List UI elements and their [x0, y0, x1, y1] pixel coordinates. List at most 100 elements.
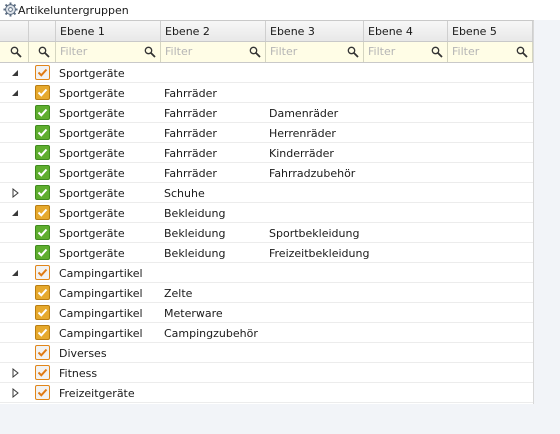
table-row[interactable]: Sportgeräte Fahrräder Damenräder [0, 103, 533, 123]
table-row[interactable]: Sportgeräte Fahrräder Kinderräder [0, 143, 533, 163]
search-icon[interactable] [516, 46, 528, 58]
column-header-ebene-1[interactable]: Ebene 1 [56, 21, 161, 41]
cell-ebene-1: Sportgeräte [59, 187, 125, 200]
expanded-arrow-icon[interactable] [10, 88, 20, 98]
check-mark-icon [37, 108, 48, 117]
cell-ebene-2: Fahrräder [164, 127, 217, 140]
check-mark-icon [37, 168, 48, 177]
gear-icon [3, 2, 18, 17]
cell-ebene-2: Fahrräder [164, 167, 217, 180]
cell-ebene-1: Sportgeräte [59, 147, 125, 160]
cell-ebene-2: Meterware [164, 307, 223, 320]
collapsed-arrow-icon[interactable] [10, 368, 20, 378]
table-row[interactable]: Sportgeräte [0, 63, 533, 83]
table-row[interactable]: Freizeitgeräte [0, 383, 533, 403]
checked-checkbox[interactable] [35, 225, 50, 240]
grid-side-area [534, 20, 560, 404]
table-row[interactable]: Campingartikel Meterware [0, 303, 533, 323]
search-icon[interactable] [431, 46, 443, 58]
cell-ebene-2: Zelte [164, 287, 193, 300]
group-checkbox[interactable] [35, 345, 50, 360]
cell-ebene-3: Sportbekleidung [269, 227, 360, 240]
table-row[interactable]: Diverses [0, 343, 533, 363]
check-mark-icon [37, 348, 48, 357]
column-header-row: Ebene 1 Ebene 2 Ebene 3 Ebene 4 Ebene 5 [0, 21, 533, 42]
filter-input-ebene-2[interactable] [163, 44, 247, 59]
table-row[interactable]: Sportgeräte Fahrräder Herrenräder [0, 123, 533, 143]
table-row[interactable]: Sportgeräte Schuhe [0, 183, 533, 203]
partial-checkbox[interactable] [35, 325, 50, 340]
search-icon[interactable] [10, 46, 22, 58]
search-icon[interactable] [144, 46, 156, 58]
column-header-ebene-2[interactable]: Ebene 2 [161, 21, 266, 41]
cell-ebene-1: Sportgeräte [59, 167, 125, 180]
table-row[interactable]: Sportgeräte Bekleidung [0, 203, 533, 223]
column-header-ebene-4[interactable]: Ebene 4 [364, 21, 448, 41]
partial-checkbox[interactable] [35, 85, 50, 100]
table-row[interactable]: Sportgeräte Bekleidung Sportbekleidung [0, 223, 533, 243]
check-mark-icon [37, 228, 48, 237]
check-mark-icon [37, 128, 48, 137]
partial-checkbox[interactable] [35, 285, 50, 300]
table-row[interactable]: Campingartikel [0, 263, 533, 283]
expanded-arrow-icon[interactable] [10, 208, 20, 218]
cell-ebene-2: Bekleidung [164, 207, 226, 220]
expanded-arrow-icon[interactable] [10, 268, 20, 278]
checked-checkbox[interactable] [35, 145, 50, 160]
cell-ebene-3: Damenräder [269, 107, 339, 120]
filter-cell-check[interactable] [29, 42, 56, 62]
cell-ebene-3: Fahrradzubehör [269, 167, 356, 180]
table-row[interactable]: Campingartikel Campingzubehör [0, 323, 533, 343]
search-icon[interactable] [347, 46, 359, 58]
cell-ebene-1: Freizeitgeräte [59, 387, 135, 400]
table-row[interactable]: Sportgeräte Fahrräder [0, 83, 533, 103]
table-row[interactable]: Fitness [0, 363, 533, 383]
cell-ebene-1: Sportgeräte [59, 247, 125, 260]
table-row[interactable]: Campingartikel Zelte [0, 283, 533, 303]
collapsed-arrow-icon[interactable] [10, 388, 20, 398]
filter-input-ebene-5[interactable] [450, 44, 514, 59]
group-checkbox[interactable] [35, 365, 50, 380]
filter-cell-ebene-2 [161, 42, 266, 62]
article-subgroup-grid: Ebene 1 Ebene 2 Ebene 3 Ebene 4 Ebene 5 [0, 20, 534, 405]
column-header-toggle[interactable] [0, 21, 29, 41]
filter-cell-toggle[interactable] [0, 42, 29, 62]
checked-checkbox[interactable] [35, 125, 50, 140]
collapsed-arrow-icon[interactable] [10, 188, 20, 198]
cell-ebene-1: Sportgeräte [59, 87, 125, 100]
filter-cell-ebene-5 [448, 42, 533, 62]
table-row[interactable]: Sportgeräte Fahrräder Fahrradzubehör [0, 163, 533, 183]
search-icon[interactable] [38, 46, 50, 58]
window-title: Artikeluntergruppen [18, 4, 129, 17]
cell-ebene-2: Fahrräder [164, 87, 217, 100]
column-header-ebene-3[interactable]: Ebene 3 [266, 21, 364, 41]
cell-ebene-2: Fahrräder [164, 147, 217, 160]
filter-row [0, 42, 533, 63]
filter-input-ebene-1[interactable] [58, 44, 142, 59]
expanded-arrow-icon[interactable] [10, 68, 20, 78]
cell-ebene-1: Campingartikel [59, 287, 143, 300]
checked-checkbox[interactable] [35, 185, 50, 200]
grid-footer-area [0, 404, 560, 434]
check-mark-icon [37, 388, 48, 397]
group-checkbox[interactable] [35, 65, 50, 80]
checked-checkbox[interactable] [35, 165, 50, 180]
column-header-check[interactable] [29, 21, 56, 41]
cell-ebene-3: Herrenräder [269, 127, 336, 140]
checked-checkbox[interactable] [35, 105, 50, 120]
partial-checkbox[interactable] [35, 305, 50, 320]
group-checkbox[interactable] [35, 385, 50, 400]
table-row[interactable]: Sportgeräte Bekleidung Freizeitbekleidung [0, 243, 533, 263]
cell-ebene-1: Fitness [59, 367, 98, 380]
filter-cell-ebene-1 [56, 42, 161, 62]
cell-ebene-2: Schuhe [164, 187, 205, 200]
cell-ebene-2: Bekleidung [164, 227, 226, 240]
partial-checkbox[interactable] [35, 205, 50, 220]
search-icon[interactable] [249, 46, 261, 58]
checked-checkbox[interactable] [35, 245, 50, 260]
check-mark-icon [37, 268, 48, 277]
filter-input-ebene-4[interactable] [366, 44, 430, 59]
filter-input-ebene-3[interactable] [268, 44, 346, 59]
group-checkbox[interactable] [35, 265, 50, 280]
column-header-ebene-5[interactable]: Ebene 5 [448, 21, 533, 41]
